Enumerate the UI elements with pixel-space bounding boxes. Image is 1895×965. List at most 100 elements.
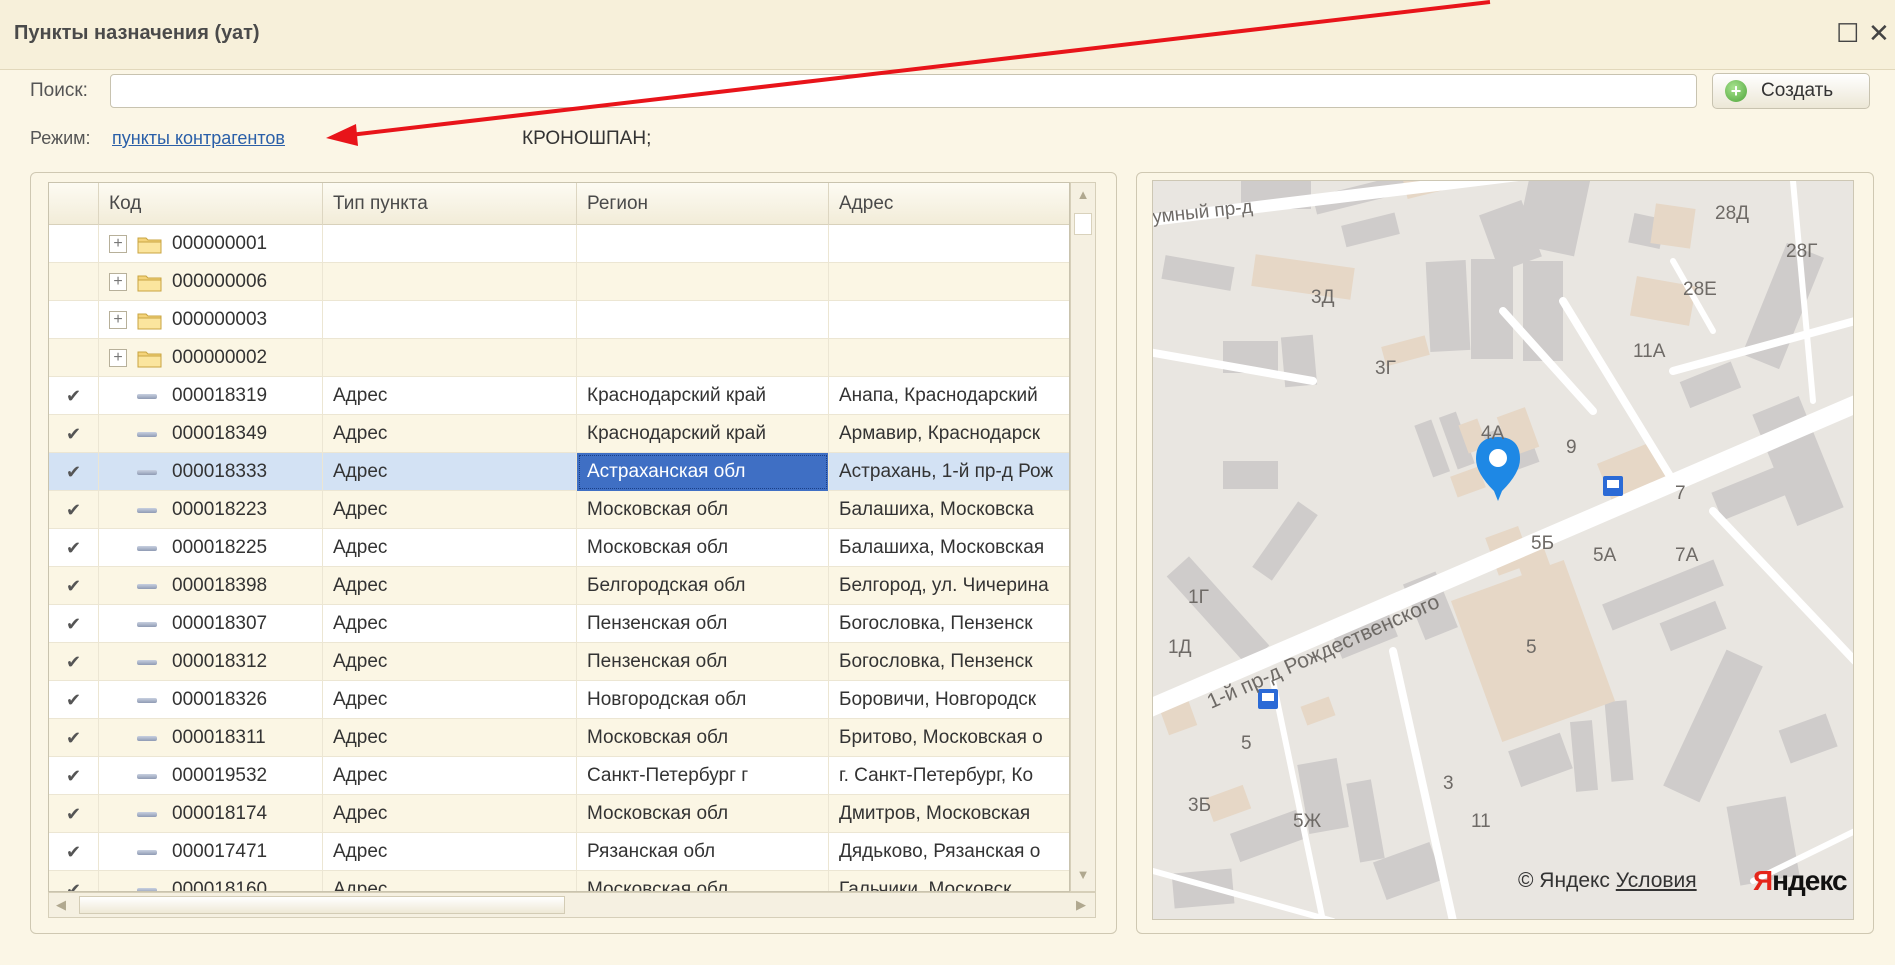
map-terms-link[interactable]: Условия (1616, 869, 1697, 892)
table-row[interactable]: ✔ 000018225 Адрес Московская обл Балашиха, М… (49, 529, 1069, 567)
row-region-cell: Московская обл (577, 871, 829, 891)
table-row[interactable]: ✔ 000018311 Адрес Московская обл Бритово, Мо… (49, 719, 1069, 757)
column-header-check[interactable] (49, 183, 99, 225)
table-row[interactable]: ✔ 000018174 Адрес Московская обл Дмитров, Мо… (49, 795, 1069, 833)
table-row-group[interactable]: +000000006 (49, 263, 1069, 301)
item-icon (137, 850, 157, 855)
svg-text:5: 5 (1241, 733, 1252, 754)
table-row[interactable]: ✔ 000018349 Адрес Краснодарский край Армавир… (49, 415, 1069, 453)
scroll-left-icon[interactable]: ◀ (49, 893, 73, 917)
table-row[interactable]: ✔ 000018223 Адрес Московская обл Балашиха, М… (49, 491, 1069, 529)
expand-icon[interactable]: + (109, 235, 127, 253)
row-code-cell: 000018333 (99, 453, 323, 491)
item-icon (137, 622, 157, 627)
map-canvas: умный пр-д 1-й пр-д Рождественского 28Д … (1153, 181, 1853, 919)
row-region-cell: Московская обл (577, 719, 829, 757)
table-row[interactable]: ✔ 000018160 Адрес Московская обл Гальчики, М… (49, 871, 1069, 892)
scroll-right-icon[interactable]: ▶ (1069, 893, 1093, 917)
item-icon (137, 774, 157, 779)
svg-text:28Д: 28Д (1715, 203, 1749, 224)
row-checkmark-icon: ✔ (49, 643, 99, 681)
mode-link[interactable]: пункты контрагентов (112, 128, 285, 149)
expand-icon[interactable]: + (109, 311, 127, 329)
mode-value: КРОНОШПАН; (522, 128, 652, 149)
row-type-cell: Адрес (323, 529, 577, 567)
row-address-cell: г. Санкт-Петербург, Ко (839, 765, 1034, 786)
row-code-cell: 000017471 (99, 833, 323, 871)
row-region-cell (577, 301, 829, 339)
vertical-scroll-thumb[interactable] (1074, 213, 1092, 235)
row-address-cell: Армавир, Краснодарск (839, 423, 1041, 444)
row-address-cell: Белгород, ул. Чичерина (839, 575, 1049, 596)
row-checkmark-icon: ✔ (49, 757, 99, 795)
row-address-cell: Балашиха, Московска (839, 499, 1034, 520)
row-code-cell: 000018319 (99, 377, 323, 415)
table-row[interactable]: ✔ 000019532 Адрес Санкт-Петербург г г. Санкт… (49, 757, 1069, 795)
group-code: 000000003 (172, 309, 268, 330)
row-address-cell (829, 263, 1069, 301)
search-label: Поиск: (30, 80, 88, 101)
horizontal-scroll-thumb[interactable] (79, 896, 565, 914)
svg-text:3Д: 3Д (1311, 287, 1335, 308)
item-icon (137, 432, 157, 437)
table-row[interactable]: ✔ 000017471 Адрес Рязанская обл Дядьково, Ря… (49, 833, 1069, 871)
row-region-cell: Санкт-Петербург г (577, 757, 829, 795)
table-row[interactable]: ✔ 000018312 Адрес Пензенская обл Богословка,… (49, 643, 1069, 681)
table-row[interactable]: ✔ 000018398 Адрес Белгородская обл Белгород,… (49, 567, 1069, 605)
item-icon (137, 812, 157, 817)
item-code: 000018312 (172, 651, 268, 672)
item-code: 000018223 (172, 499, 268, 520)
row-check (49, 301, 99, 339)
item-icon (137, 546, 157, 551)
close-icon[interactable]: ✕ (1868, 18, 1890, 49)
item-icon (137, 698, 157, 703)
item-code: 000018307 (172, 613, 268, 634)
expand-icon[interactable]: + (109, 273, 127, 291)
maximize-icon[interactable]: ☐ (1836, 18, 1859, 49)
group-code: 000000001 (172, 233, 268, 254)
row-address-cell: Боровичи, Новгородск (839, 689, 1037, 710)
column-header-code[interactable]: Код (99, 183, 323, 225)
table-row-group[interactable]: +000000003 (49, 301, 1069, 339)
row-code-cell: 000018307 (99, 605, 323, 643)
create-button[interactable]: + Создать (1712, 73, 1870, 109)
table-header: Код Тип пункта Регион Адрес (49, 183, 1069, 225)
table-row[interactable]: ✔ 000018326 Адрес Новгородская обл Боровичи,… (49, 681, 1069, 719)
row-code-cell: 000018174 (99, 795, 323, 833)
row-check (49, 263, 99, 301)
yandex-logo[interactable]: Яндекс (1753, 865, 1848, 897)
table-row[interactable]: ✔ 000018307 Адрес Пензенская обл Богословка,… (49, 605, 1069, 643)
column-header-type[interactable]: Тип пункта (323, 183, 577, 225)
svg-text:3Г: 3Г (1375, 358, 1396, 379)
expand-icon[interactable]: + (109, 349, 127, 367)
row-type-cell: Адрес (323, 415, 577, 453)
column-header-address[interactable]: Адрес (829, 183, 1069, 225)
row-address-cell: Богословка, Пензенск (839, 651, 1033, 672)
scroll-up-icon[interactable]: ▲ (1071, 183, 1095, 207)
item-icon (137, 584, 157, 589)
svg-text:5А: 5А (1593, 545, 1617, 566)
row-checkmark-icon: ✔ (49, 491, 99, 529)
row-address-cell: Гальчики, Московск (839, 879, 1012, 892)
svg-text:3Б: 3Б (1188, 795, 1211, 816)
row-code-cell: 000018326 (99, 681, 323, 719)
table-row[interactable]: ✔ 000018319 Адрес Краснодарский край Анапа, … (49, 377, 1069, 415)
column-header-region[interactable]: Регион (577, 183, 829, 225)
svg-text:4А: 4А (1481, 423, 1505, 444)
map-view[interactable]: умный пр-д 1-й пр-д Рождественского 28Д … (1152, 180, 1854, 920)
horizontal-scrollbar[interactable]: ◀ ▶ (48, 892, 1096, 918)
item-icon (137, 736, 157, 741)
table-row-group[interactable]: +000000001 (49, 225, 1069, 263)
scroll-down-icon[interactable]: ▼ (1071, 863, 1095, 887)
row-type-cell: Адрес (323, 491, 577, 529)
row-region-cell[interactable]: Астраханская обл (577, 453, 829, 491)
svg-text:5: 5 (1526, 637, 1537, 658)
row-code-cell: 000018225 (99, 529, 323, 567)
vertical-scrollbar[interactable]: ▲ ▼ (1070, 182, 1096, 892)
item-code: 000018174 (172, 803, 268, 824)
table-row[interactable]: ✔ 000018333 Адрес Астраханская обл Астрахань… (49, 453, 1069, 491)
folder-icon (137, 351, 162, 368)
search-input[interactable] (110, 74, 1697, 108)
table-row-group[interactable]: +000000002 (49, 339, 1069, 377)
row-address-cell (829, 339, 1069, 377)
